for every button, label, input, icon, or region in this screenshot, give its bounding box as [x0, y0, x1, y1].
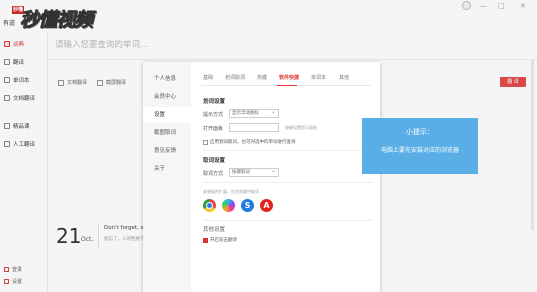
prompt-mode-label: 提示方式 [203, 112, 224, 118]
prompt-mode-select[interactable]: 显示浮动图标 [229, 108, 279, 118]
capture-mode-select[interactable]: 按键取词 [229, 167, 279, 177]
open-panel-label: 打开面板 [203, 126, 224, 132]
tip-title: 小提示： [406, 128, 434, 136]
section-divider [203, 220, 373, 221]
checkbox-box [203, 237, 208, 243]
menu-item-about[interactable]: 关于 [143, 161, 191, 177]
highlight-capture-checkbox[interactable]: 启用划词取词，也可对选中的单词进行查询 [203, 139, 296, 145]
tab-wordbook[interactable]: 单词本 [311, 74, 326, 81]
menu-item-capture[interactable]: 截图取词 [143, 125, 191, 141]
360-browser-icon[interactable] [222, 199, 235, 212]
tab-word-capture[interactable]: 划词取词 [225, 74, 245, 81]
chrome-browser-icon[interactable] [203, 199, 216, 212]
tab-other[interactable]: 其他 [339, 74, 349, 81]
tab-shortcuts[interactable]: 软件快捷 [279, 74, 299, 81]
browser-hint: 安装插件扩展，在浏览器中取词 [203, 189, 259, 194]
double-click-translate-checkbox[interactable]: 开启双击翻译 [203, 237, 237, 243]
tab-basic[interactable]: 基础 [203, 74, 213, 81]
capture-mode-label: 取词方式 [203, 171, 224, 177]
section-title-highlight: 划词设置 [203, 99, 226, 105]
section-divider [203, 182, 373, 183]
checkbox-box [203, 139, 208, 145]
section-title-other: 其他设置 [203, 227, 226, 233]
checkbox-label: 开启双击翻译 [210, 238, 237, 243]
tip-body: 电脑上要先安装对应的浏览器 [380, 147, 459, 154]
menu-item-membership[interactable]: 会员中心 [143, 89, 191, 105]
menu-item-profile[interactable]: 个人信息 [143, 71, 191, 87]
section-title-capture: 取词设置 [203, 158, 226, 164]
adobe-reader-icon[interactable]: A [260, 199, 273, 212]
tip-box: 小提示： 电脑上要先安装对应的浏览器 [362, 118, 478, 174]
active-tab-indicator [277, 85, 297, 86]
settings-menu: 个人信息 会员中心 设置 截图取词 意见反馈 关于 [143, 62, 191, 292]
section-divider [203, 150, 373, 151]
app-window: — □ ✕ 词典 翻译 单词本 文档翻译 精品课 人工翻译 登录 设置 秒懂 秒… [0, 0, 537, 292]
sogou-browser-icon[interactable]: S [241, 199, 254, 212]
menu-item-settings[interactable]: 设置 [143, 107, 191, 123]
menu-item-feedback[interactable]: 意见反馈 [143, 143, 191, 159]
settings-dialog: 个人信息 会员中心 设置 截图取词 意见反馈 关于 基础 划词取词 热键 软件快… [143, 62, 380, 292]
tab-hotkey[interactable]: 热键 [257, 74, 267, 81]
open-panel-hint: 按键设置显示面板 [285, 125, 317, 130]
checkbox-label: 启用划词取词，也可对选中的单词进行查询 [210, 140, 296, 145]
open-panel-hotkey-input[interactable] [229, 123, 279, 132]
